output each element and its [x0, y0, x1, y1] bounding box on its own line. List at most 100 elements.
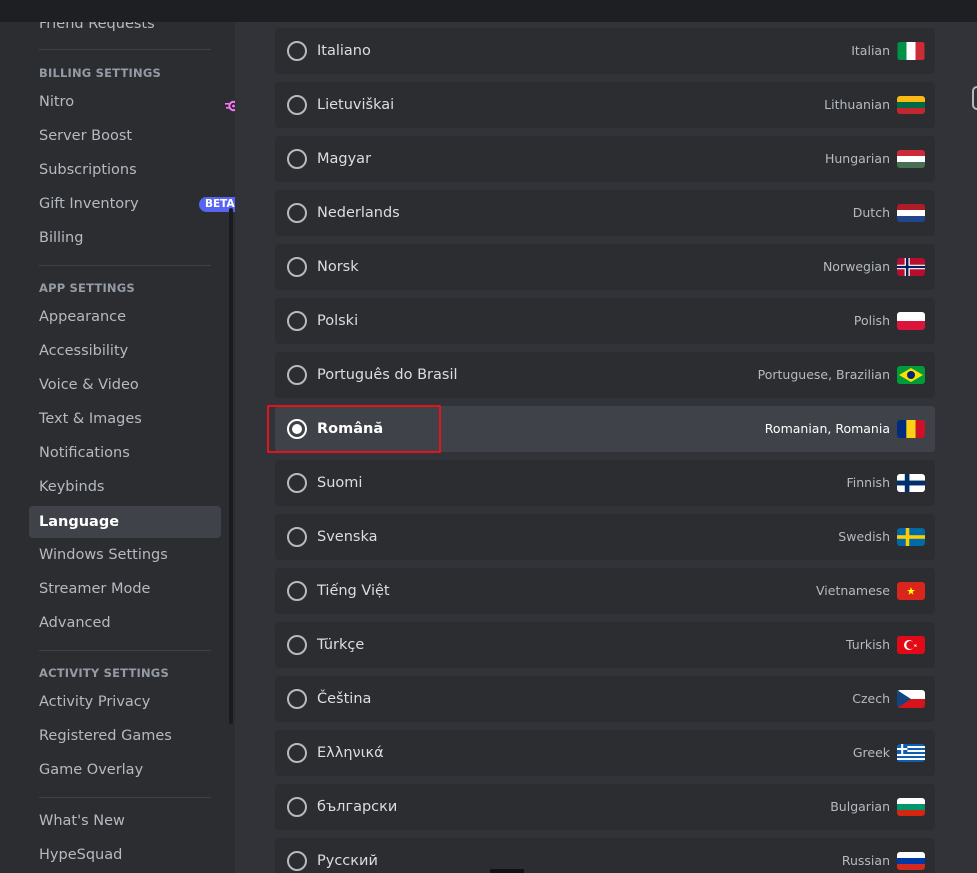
sidebar-item-streamer-mode[interactable]: Streamer Mode — [29, 573, 221, 605]
annotation-highlight-box — [267, 405, 441, 453]
language-english-name: Swedish — [838, 529, 890, 544]
language-option-italiano[interactable]: Italiano Italian — [275, 28, 935, 74]
language-option-svenska[interactable]: Svenska Swedish — [275, 514, 935, 560]
flag-bulgaria-icon — [897, 798, 925, 816]
sidebar-item-billing[interactable]: Billing — [29, 222, 221, 254]
sidebar-item-friend-requests[interactable]: Friend Requests — [29, 22, 221, 40]
language-native-name: Polski — [317, 313, 359, 329]
flag-czech-icon — [897, 690, 925, 708]
sidebar-item-label: Keybinds — [39, 479, 105, 495]
radio-button[interactable] — [287, 851, 307, 871]
language-native-name: Türkçe — [317, 637, 365, 653]
language-option-magyar[interactable]: Magyar Hungarian — [275, 136, 935, 182]
radio-button[interactable] — [287, 797, 307, 817]
sidebar-item-whats-new[interactable]: What's New — [29, 805, 221, 837]
language-option-nederlands[interactable]: Nederlands Dutch — [275, 190, 935, 236]
language-english-name: Turkish — [846, 637, 890, 652]
language-native-name: Čeština — [317, 691, 372, 707]
language-option-polski[interactable]: Polski Polish — [275, 298, 935, 344]
radio-button[interactable] — [287, 365, 307, 385]
sidebar-item-nitro[interactable]: Nitro — [29, 86, 235, 118]
sidebar-item-label: Billing — [39, 230, 84, 246]
sidebar-item-accessibility[interactable]: Accessibility — [29, 335, 221, 367]
sidebar-item-keybinds[interactable]: Keybinds — [29, 471, 221, 503]
language-option-norsk[interactable]: Norsk Norwegian — [275, 244, 935, 290]
flag-italy-icon — [897, 42, 925, 60]
sidebar-item-game-overlay[interactable]: Game Overlay — [29, 754, 221, 786]
radio-button[interactable] — [287, 635, 307, 655]
close-settings-button-partial[interactable] — [972, 86, 977, 110]
language-english-name: Polish — [853, 313, 890, 328]
window-bottom-edge — [490, 869, 524, 873]
language-option-cestina[interactable]: Čeština Czech — [275, 676, 935, 722]
sidebar-item-activity-privacy[interactable]: Activity Privacy — [29, 686, 221, 718]
flag-norway-icon — [897, 258, 925, 276]
billing-settings-header: BILLING SETTINGS — [39, 66, 161, 80]
sidebar-item-server-boost[interactable]: Server Boost — [29, 120, 221, 152]
radio-button[interactable] — [287, 311, 307, 331]
language-english-name: Hungarian — [824, 151, 890, 166]
sidebar-item-label: Gift Inventory — [39, 196, 139, 212]
nitro-icon — [224, 94, 235, 112]
language-english-name: Greek — [852, 745, 890, 760]
language-native-name: Ελληνικά — [317, 745, 384, 761]
flag-finland-icon — [897, 474, 925, 492]
sidebar-item-hypesquad[interactable]: HypeSquad — [29, 839, 221, 871]
language-option-balgarski[interactable]: български Bulgarian — [275, 784, 935, 830]
language-native-name: Nederlands — [317, 205, 400, 221]
sidebar-item-notifications[interactable]: Notifications — [29, 437, 221, 469]
flag-hungary-icon — [897, 150, 925, 168]
sidebar-item-appearance[interactable]: Appearance — [29, 301, 221, 333]
language-native-name: Svenska — [317, 529, 378, 545]
language-english-name: Italian — [851, 43, 890, 58]
sidebar-item-label: Advanced — [39, 615, 111, 631]
flag-sweden-icon — [897, 528, 925, 546]
radio-button[interactable] — [287, 41, 307, 61]
sidebar-item-label: Language — [39, 514, 120, 530]
sidebar-item-text-images[interactable]: Text & Images — [29, 403, 221, 435]
language-native-name: Русский — [317, 853, 378, 869]
language-option-suomi[interactable]: Suomi Finnish — [275, 460, 935, 506]
sidebar-item-voice-video[interactable]: Voice & Video — [29, 369, 221, 401]
sidebar-item-label: Voice & Video — [39, 377, 139, 393]
radio-button[interactable] — [287, 689, 307, 709]
sidebar-item-advanced[interactable]: Advanced — [29, 607, 221, 639]
radio-button[interactable] — [287, 743, 307, 763]
language-english-name: Dutch — [852, 205, 890, 220]
language-english-name: Norwegian — [822, 259, 890, 274]
sidebar-item-subscriptions[interactable]: Subscriptions — [29, 154, 221, 186]
radio-button[interactable] — [287, 203, 307, 223]
language-option-turkce[interactable]: Türkçe Turkish — [275, 622, 935, 668]
radio-button[interactable] — [287, 473, 307, 493]
radio-button[interactable] — [287, 149, 307, 169]
language-option-lietuviskai[interactable]: Lietuviškai Lithuanian — [275, 82, 935, 128]
sidebar-item-label: Nitro — [39, 94, 75, 110]
sidebar-item-language[interactable]: Language — [29, 506, 221, 538]
language-option-ellinika[interactable]: Ελληνικά Greek — [275, 730, 935, 776]
sidebar-item-label: Registered Games — [39, 728, 172, 744]
window-top-bar — [0, 0, 977, 22]
language-option-tieng-viet[interactable]: Tiếng Việt Vietnamese — [275, 568, 935, 614]
language-english-name: Bulgarian — [830, 799, 890, 814]
sidebar-item-label: Notifications — [39, 445, 130, 461]
sidebar-divider — [39, 797, 211, 798]
radio-button[interactable] — [287, 257, 307, 277]
settings-sidebar: Friend Requests BILLING SETTINGS Nitro S… — [0, 22, 235, 873]
radio-button[interactable] — [287, 95, 307, 115]
flag-romania-icon — [897, 420, 925, 438]
sidebar-item-windows-settings[interactable]: Windows Settings — [29, 539, 221, 571]
sidebar-divider — [39, 650, 211, 651]
flag-netherlands-icon — [897, 204, 925, 222]
flag-turkey-icon — [897, 636, 925, 654]
language-option-russkiy[interactable]: Русский Russian — [275, 838, 935, 873]
sidebar-item-label: What's New — [39, 813, 125, 829]
language-native-name: Norsk — [317, 259, 359, 275]
radio-button[interactable] — [287, 581, 307, 601]
sidebar-item-gift-inventory[interactable]: Gift Inventory BETA — [29, 188, 235, 220]
language-option-portugues-do-brasil[interactable]: Português do Brasil Portuguese, Brazilia… — [275, 352, 935, 398]
sidebar-scrollbar[interactable] — [229, 208, 233, 724]
sidebar-item-registered-games[interactable]: Registered Games — [29, 720, 221, 752]
radio-button[interactable] — [287, 527, 307, 547]
flag-greece-icon — [897, 744, 925, 762]
language-native-name: Português do Brasil — [317, 367, 458, 383]
